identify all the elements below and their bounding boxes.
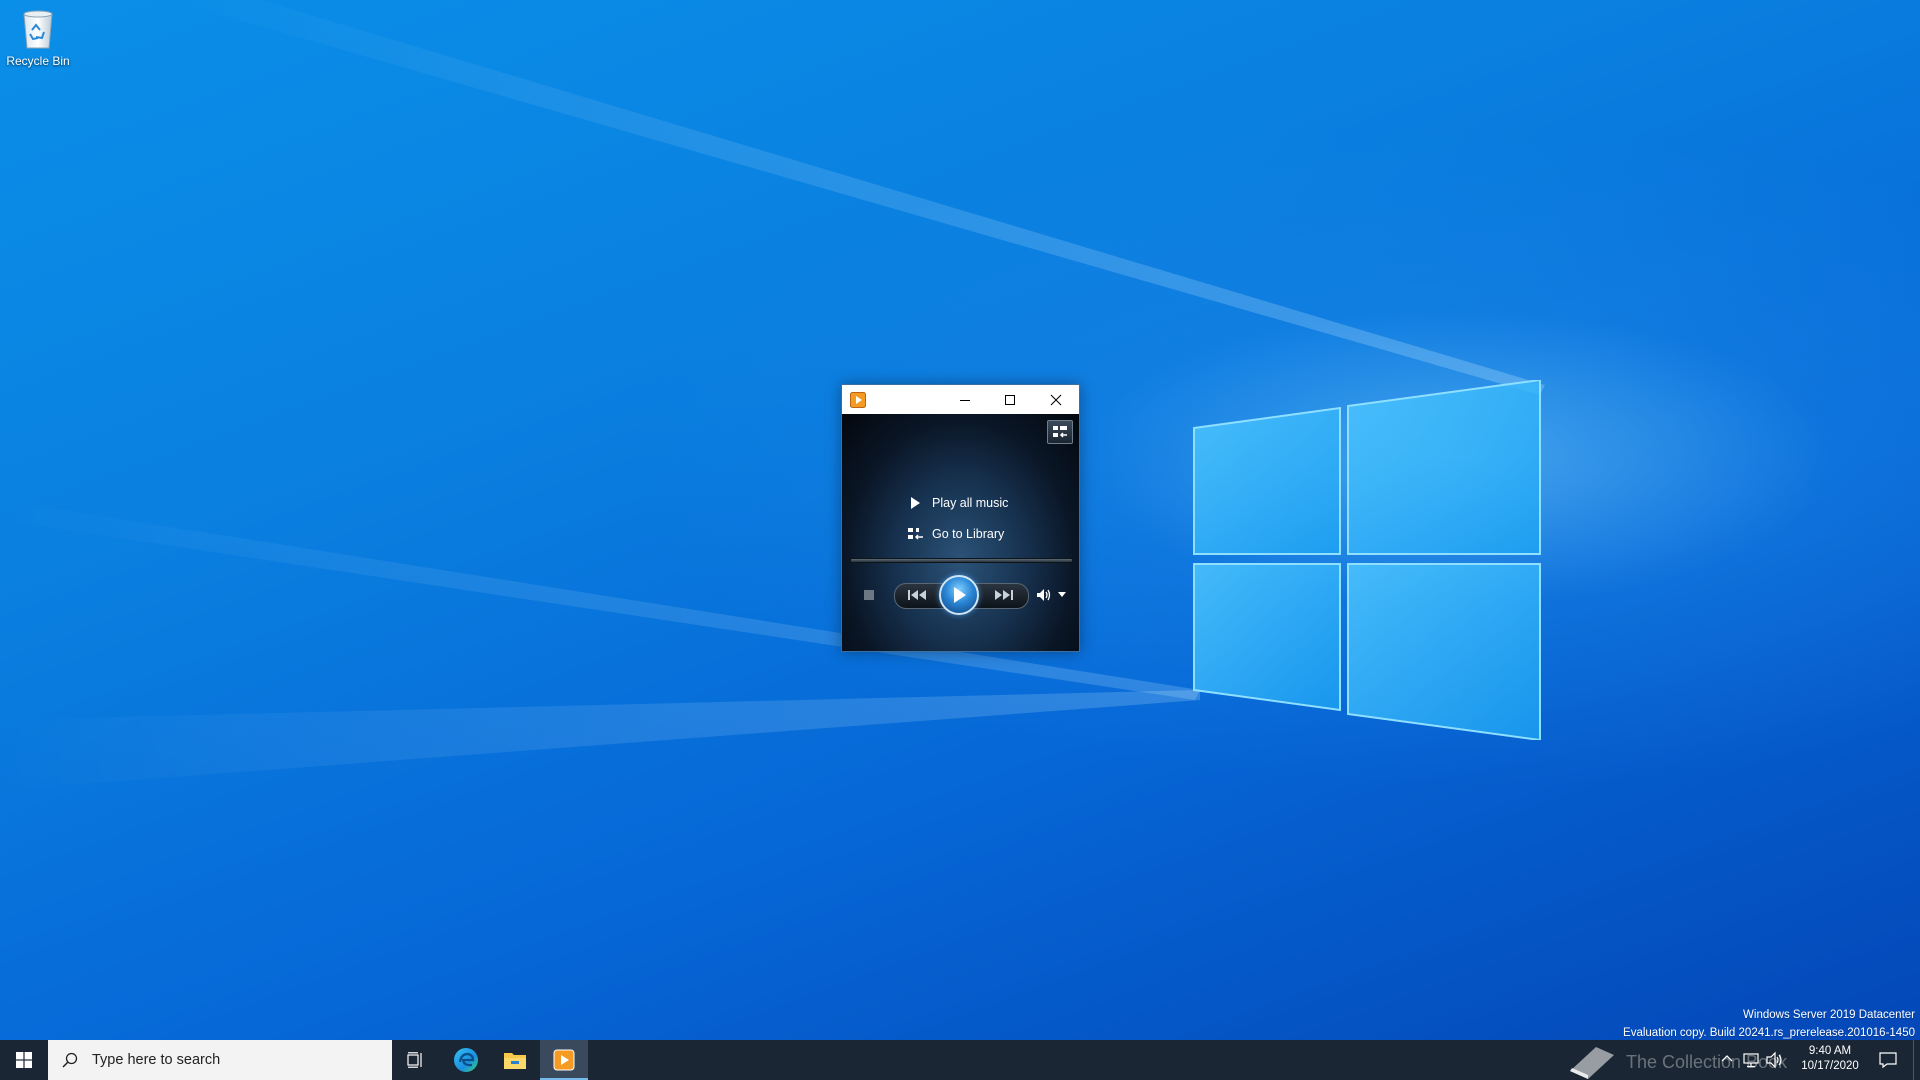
file-explorer-icon	[504, 1053, 526, 1069]
clock-time: 9:40 AM	[1808, 1045, 1852, 1057]
next-icon	[995, 590, 1013, 600]
seek-slider[interactable]	[850, 558, 1073, 563]
file-explorer-taskbar-button[interactable]	[491, 1040, 539, 1080]
windows-media-player-icon	[850, 392, 866, 408]
go-to-library-link[interactable]: Go to Library	[906, 525, 1004, 543]
minimize-button[interactable]	[942, 385, 987, 414]
recycle-bin-label: Recycle Bin	[6, 54, 70, 68]
windows-start-icon	[16, 1052, 32, 1068]
windows-media-player-icon	[553, 1049, 575, 1071]
maximize-button[interactable]	[987, 385, 1032, 414]
close-button[interactable]	[1033, 385, 1078, 414]
previous-button[interactable]	[898, 584, 938, 606]
action-center-icon[interactable]	[1878, 1051, 1898, 1069]
start-button[interactable]	[0, 1040, 48, 1080]
close-icon	[1050, 394, 1061, 405]
edition-text: Windows Server 2019 Datacenter	[1743, 1009, 1915, 1021]
clock[interactable]: 9:40 AM 10/17/2020	[1792, 1044, 1868, 1074]
switch-to-library-icon	[1053, 426, 1067, 438]
library-icon	[908, 528, 923, 540]
chevron-down-icon	[1058, 592, 1066, 597]
play-all-music-label: Play all music	[932, 496, 1009, 510]
title-bar[interactable]	[842, 385, 1079, 414]
recycle-bin-desktop-icon[interactable]: Recycle Bin	[4, 6, 72, 76]
task-view-button[interactable]	[392, 1040, 440, 1080]
system-tray: The Collection Book 9:40 AM 10/17/2020	[1560, 1040, 1920, 1080]
go-to-library-label: Go to Library	[932, 527, 1005, 541]
search-input[interactable]	[90, 1051, 374, 1069]
build-text: Evaluation copy. Build 20241.rs_prerelea…	[1623, 1027, 1915, 1039]
windows-media-player-window[interactable]: Play all music Go to Library	[841, 384, 1080, 652]
edge-icon	[454, 1048, 478, 1072]
playback-controls	[842, 574, 1079, 618]
mute-button[interactable]	[1035, 586, 1053, 604]
clock-date: 10/17/2020	[1801, 1060, 1859, 1072]
stop-button[interactable]	[862, 588, 876, 602]
volume-dropdown-button[interactable]	[1057, 590, 1067, 600]
search-icon	[62, 1052, 78, 1068]
play-icon	[911, 497, 920, 509]
previous-icon	[908, 590, 926, 600]
play-icon	[954, 587, 966, 603]
taskbar: The Collection Book 9:40 AM 10/17/2020	[0, 1040, 1920, 1080]
search-box[interactable]	[48, 1040, 392, 1080]
evaluation-watermark: Windows Server 2019 Datacenter Evaluatio…	[1623, 1006, 1915, 1040]
maximize-icon	[1004, 394, 1015, 405]
task-view-icon	[407, 1052, 422, 1068]
next-button[interactable]	[983, 584, 1023, 606]
windows-media-player-taskbar-button[interactable]	[540, 1040, 588, 1080]
windows-logo-wallpaper	[1193, 380, 1541, 740]
play-all-music-link[interactable]: Play all music	[906, 494, 1008, 512]
switch-to-library-button[interactable]	[1047, 420, 1073, 444]
watermark-text: The Collection Book	[1626, 1051, 1788, 1072]
edge-taskbar-button[interactable]	[442, 1040, 490, 1080]
show-desktop-button[interactable]	[1913, 1040, 1920, 1080]
recycle-bin-icon	[23, 10, 53, 49]
show-hidden-icons-chevron-icon[interactable]	[1720, 1052, 1734, 1066]
network-icon[interactable]	[1742, 1051, 1760, 1069]
volume-icon	[1037, 589, 1051, 601]
play-button[interactable]	[939, 575, 979, 615]
desktop: Recycle Bin Play all music Go to Library…	[0, 0, 1920, 1040]
now-playing-area: Play all music Go to Library	[842, 414, 1079, 651]
book-icon	[1570, 1047, 1614, 1079]
volume-icon[interactable]	[1766, 1051, 1784, 1069]
minimize-icon	[959, 399, 970, 401]
